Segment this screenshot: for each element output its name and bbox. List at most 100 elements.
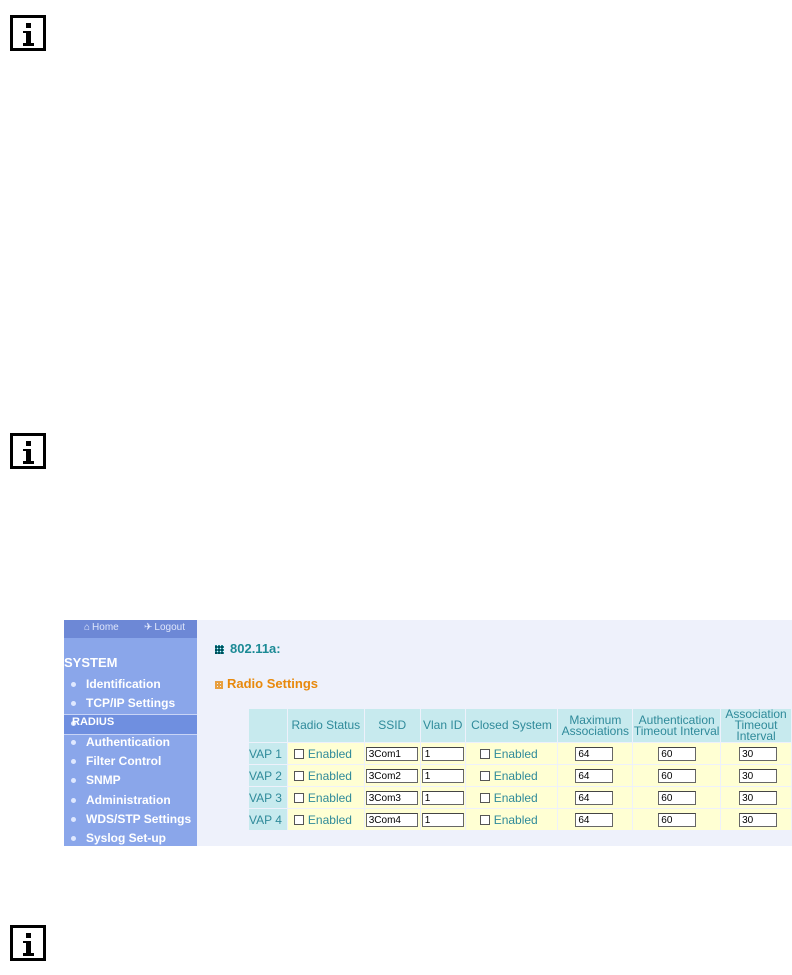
assoc-timeout-cell: 30: [721, 809, 791, 830]
bullet-icon: [71, 740, 76, 745]
vap-settings-table: Radio Status SSID Vlan ID Closed System Maxi…: [248, 708, 792, 831]
sidebar-item-tcp-ip-settings[interactable]: TCP/IP Settings: [64, 695, 197, 714]
sidebar-item-label: Filter Control: [86, 754, 162, 768]
ssid-input[interactable]: 3Com4: [365, 812, 418, 827]
assoc-timeout-input[interactable]: 30: [739, 812, 778, 827]
vlan-id-input[interactable]: 1: [421, 790, 464, 805]
sidebar-item-label: TCP/IP Settings: [86, 696, 176, 710]
radio-status-cell: Enabled: [287, 809, 364, 830]
auth-timeout-input[interactable]: 60: [658, 812, 697, 827]
vlan-id-input[interactable]: 1: [421, 746, 464, 761]
ssid-input[interactable]: 3Com2: [365, 768, 418, 783]
top-nav: ⌂ Home ✈ Logout: [64, 620, 197, 638]
home-link[interactable]: ⌂ Home: [84, 622, 119, 633]
logout-link[interactable]: ✈ Logout: [144, 622, 185, 633]
ssid-input[interactable]: 3Com3: [365, 790, 418, 805]
column-header: Radio Status: [287, 709, 364, 742]
closed-system-checkbox[interactable]: [479, 814, 490, 825]
closed-system-cell: Enabled: [465, 743, 558, 764]
radio-status-cell: Enabled: [287, 787, 364, 808]
radio-status-checkbox[interactable]: [293, 814, 304, 825]
info-note-icon: [10, 925, 46, 961]
system-heading: SYSTEM: [64, 655, 118, 670]
bullet-icon: [71, 836, 76, 841]
vap-label: VAP 2: [249, 765, 287, 786]
sidebar-item-label: Authentication: [86, 735, 170, 749]
closed-system-checkbox[interactable]: [479, 792, 490, 803]
radio-status-label: Enabled: [307, 768, 352, 783]
sidebar-item-label: SNMP: [86, 773, 121, 787]
vlan-id-cell: 1: [420, 765, 465, 786]
web-config-screenshot: ⌂ Home ✈ Logout SYSTEM Identification TCP/I…: [64, 620, 792, 846]
radio-status-checkbox[interactable]: [293, 770, 304, 781]
ssid-cell: 3Com2: [364, 765, 420, 786]
closed-system-checkbox[interactable]: [479, 770, 490, 781]
sidebar-item-label: Syslog Set-up: [86, 831, 167, 845]
vlan-id-input[interactable]: 1: [421, 812, 464, 827]
section-title: Radio Settings: [215, 676, 318, 691]
section-title-text: Radio Settings: [227, 676, 319, 691]
sidebar-item-label: Identification: [86, 677, 161, 691]
column-header: SSID: [364, 709, 420, 742]
auth-timeout-cell: 60: [633, 743, 721, 764]
assoc-timeout-input[interactable]: 30: [739, 768, 778, 783]
max-associations-cell: 64: [558, 809, 633, 830]
vap-label: VAP 3: [249, 787, 287, 808]
closed-system-label: Enabled: [493, 746, 538, 761]
radio-status-label: Enabled: [307, 812, 352, 827]
vlan-id-cell: 1: [420, 809, 465, 830]
max-associations-input[interactable]: 64: [575, 790, 614, 805]
auth-timeout-input[interactable]: 60: [658, 768, 697, 783]
sidebar-item-authentication[interactable]: Authentication: [64, 734, 197, 753]
sidebar-item-wds-stp-settings[interactable]: WDS/STP Settings: [64, 811, 197, 830]
auth-timeout-cell: 60: [633, 765, 721, 786]
column-header: Vlan ID: [420, 709, 465, 742]
assoc-timeout-input[interactable]: 30: [739, 746, 778, 761]
radio-status-checkbox[interactable]: [293, 792, 304, 803]
info-note-icon: [10, 433, 46, 469]
bullet-icon: [71, 817, 76, 822]
sidebar-item-snmp[interactable]: SNMP: [64, 772, 197, 791]
table-row: VAP 4 Enabled 3Com4 1 Enabled 64 60 30: [249, 809, 791, 830]
max-associations-input[interactable]: 64: [575, 768, 614, 783]
sidebar-item-label: WDS/STP Settings: [86, 812, 192, 826]
column-header: Association Timeout Interval: [721, 708, 791, 742]
assoc-timeout-input[interactable]: 30: [739, 790, 778, 805]
closed-system-label: Enabled: [493, 768, 538, 783]
radio-status-checkbox[interactable]: [293, 748, 304, 759]
grid-bullet-icon: [215, 645, 224, 655]
vap-label: VAP 1: [249, 743, 287, 764]
grid-bullet-icon: [215, 680, 223, 689]
sidebar-item-syslog-set-up[interactable]: Syslog Set-up: [64, 830, 197, 846]
closed-system-label: Enabled: [493, 812, 538, 827]
vlan-id-input[interactable]: 1: [421, 768, 464, 783]
max-associations-input[interactable]: 64: [575, 812, 614, 827]
page-title: 802.11a:: [215, 641, 281, 656]
assoc-timeout-cell: 30: [721, 787, 791, 808]
radio-status-label: Enabled: [307, 790, 352, 805]
logout-label: Logout: [154, 622, 185, 633]
sidebar-item-radius[interactable]: RADIUS: [64, 714, 197, 735]
auth-timeout-input[interactable]: 60: [658, 746, 697, 761]
ssid-cell: 3Com3: [364, 787, 420, 808]
home-icon: ⌂: [84, 622, 91, 633]
sidebar-item-administration[interactable]: Administration: [64, 792, 197, 811]
sidebar-item-identification[interactable]: Identification: [64, 676, 197, 695]
vlan-id-cell: 1: [420, 743, 465, 764]
auth-timeout-input[interactable]: 60: [658, 790, 697, 805]
logout-icon: ✈: [144, 622, 153, 633]
max-associations-cell: 64: [558, 743, 633, 764]
max-associations-input[interactable]: 64: [575, 746, 614, 761]
closed-system-checkbox[interactable]: [479, 748, 490, 759]
column-header: [249, 709, 287, 742]
closed-system-cell: Enabled: [465, 809, 558, 830]
table-row: VAP 1 Enabled 3Com1 1 Enabled 64 60 30: [249, 743, 791, 764]
closed-system-label: Enabled: [493, 790, 538, 805]
vap-label: VAP 4: [249, 809, 287, 830]
sidebar-item-filter-control[interactable]: Filter Control: [64, 753, 197, 772]
bullet-icon: [71, 778, 76, 783]
ssid-input[interactable]: 3Com1: [365, 746, 418, 761]
bullet-icon: [71, 759, 76, 764]
sidebar-item-label: Administration: [86, 793, 171, 807]
assoc-timeout-cell: 30: [721, 765, 791, 786]
